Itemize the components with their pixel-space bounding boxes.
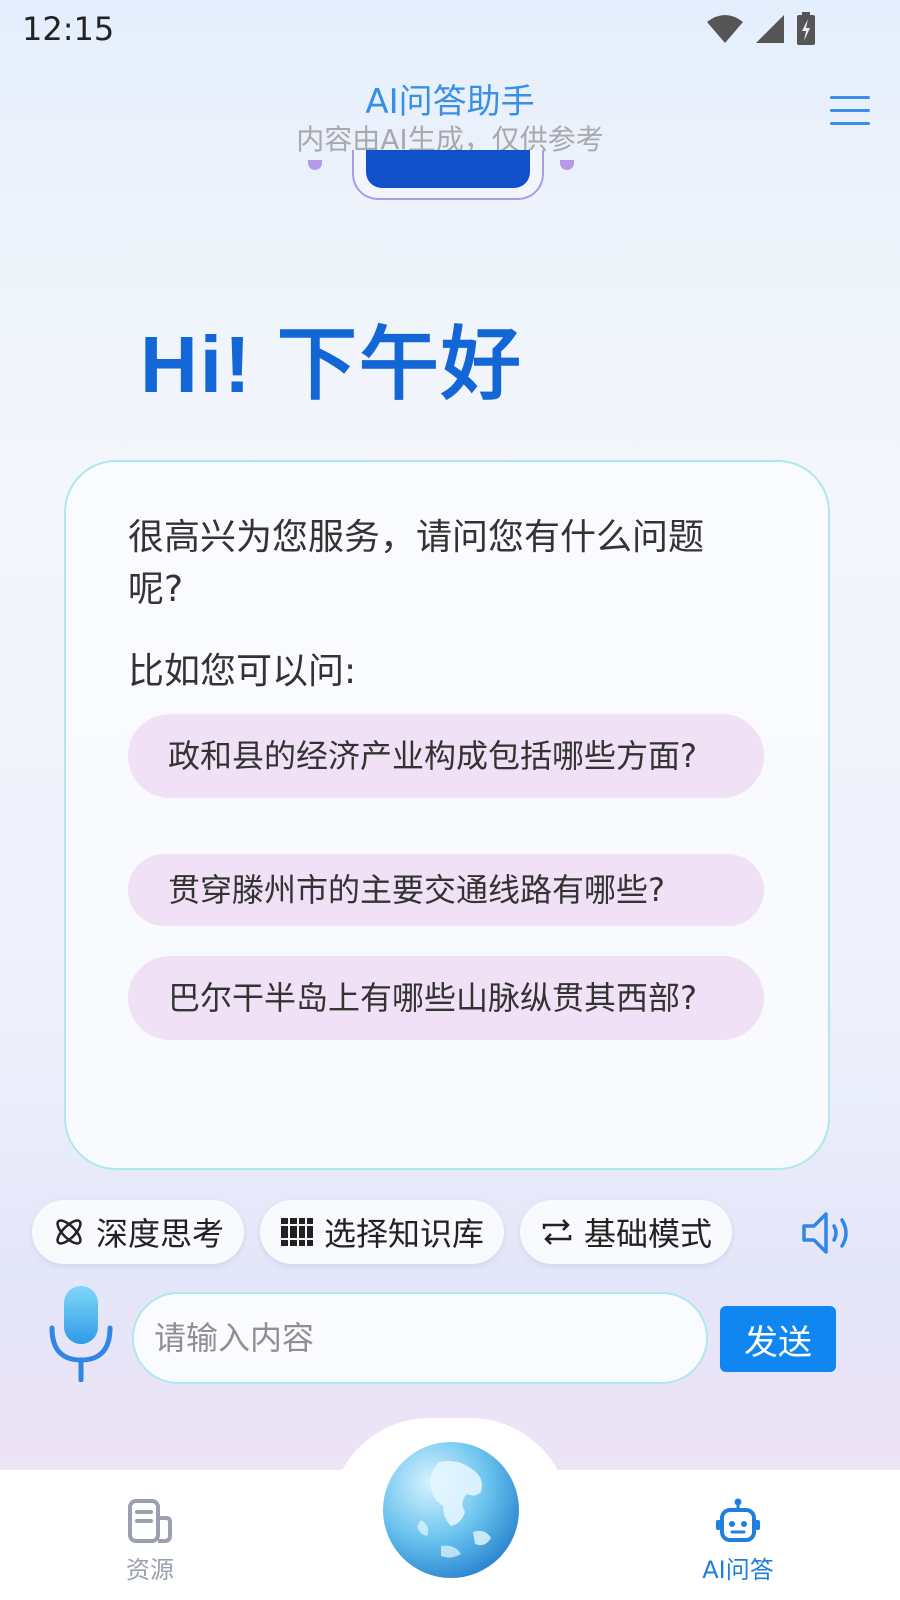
robot-screen	[366, 150, 530, 188]
robot-ear-right	[560, 160, 574, 170]
microphone-icon[interactable]	[48, 1286, 114, 1382]
knowledge-base-label: 选择知识库	[323, 1215, 484, 1253]
knowledge-base-button[interactable]: 选择知识库	[260, 1200, 504, 1264]
atom-icon	[56, 1219, 82, 1245]
menu-button[interactable]	[830, 94, 870, 128]
welcome-card: 很高兴为您服务，请问您有什么问题呢? 比如您可以问: 政和县的经济产业构成包括哪…	[64, 460, 830, 1170]
suggestion-question-3[interactable]: 巴尔干半岛上有哪些山脉纵贯其西部?	[128, 956, 764, 1040]
status-time: 12:15	[22, 10, 115, 48]
status-icons	[706, 12, 816, 46]
battery-icon	[797, 12, 815, 45]
nav-ai-qa-label: AI问答	[702, 1556, 774, 1584]
example-label: 比如您可以问:	[128, 651, 357, 692]
resources-icon	[128, 1499, 172, 1543]
robot-ear-left	[308, 160, 322, 170]
switch-mode-icon	[542, 1219, 572, 1245]
welcome-message: 很高兴为您服务，请问您有什么问题呢?	[128, 517, 705, 610]
deep-think-toggle[interactable]: 深度思考	[32, 1200, 244, 1264]
deep-think-label: 深度思考	[95, 1215, 224, 1253]
status-bar: 12:15	[0, 0, 900, 64]
basic-mode-button[interactable]: 基础模式	[520, 1200, 732, 1264]
robot-icon	[716, 1498, 760, 1542]
suggestion-question-2[interactable]: 贯穿滕州市的主要交通线路有哪些?	[128, 854, 764, 926]
greeting-text: Hi! 下午好	[140, 320, 523, 409]
signal-icon	[756, 15, 784, 43]
app-title: AI问答助手	[365, 82, 535, 122]
books-icon	[280, 1218, 313, 1246]
nav-ai-qa[interactable]: AI问答	[678, 1498, 798, 1585]
speaker-icon[interactable]	[800, 1210, 856, 1256]
menu-icon	[830, 96, 870, 99]
wifi-icon	[707, 15, 743, 43]
nav-resources[interactable]: 资源	[90, 1498, 210, 1585]
basic-mode-label: 基础模式	[583, 1215, 712, 1253]
robot-mascot	[352, 150, 544, 200]
globe-icon[interactable]	[381, 1440, 521, 1580]
message-input[interactable]	[132, 1292, 708, 1384]
suggestion-question-1[interactable]: 政和县的经济产业构成包括哪些方面?	[128, 714, 764, 798]
nav-resources-label: 资源	[126, 1556, 174, 1584]
send-button[interactable]: 发送	[720, 1306, 836, 1372]
